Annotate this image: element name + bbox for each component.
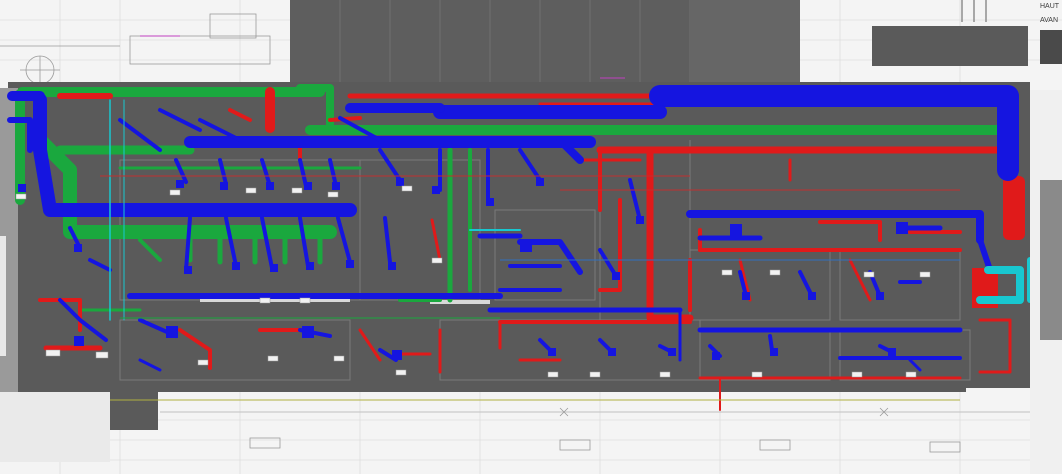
mep-duct-layout-drawing: HAUT AVAN [0,0,1062,474]
top-right-label-b: AVAN [1040,17,1058,24]
right-wall [1040,180,1062,340]
left-door [0,236,6,356]
roof-block-right [690,0,800,84]
rooftop-equipment-small [1040,30,1062,64]
red-air-handling-unit [1003,176,1025,240]
top-right-label-a: HAUT [1040,3,1060,10]
bottom-left-room [0,392,110,462]
rooftop-equipment [872,26,1028,66]
